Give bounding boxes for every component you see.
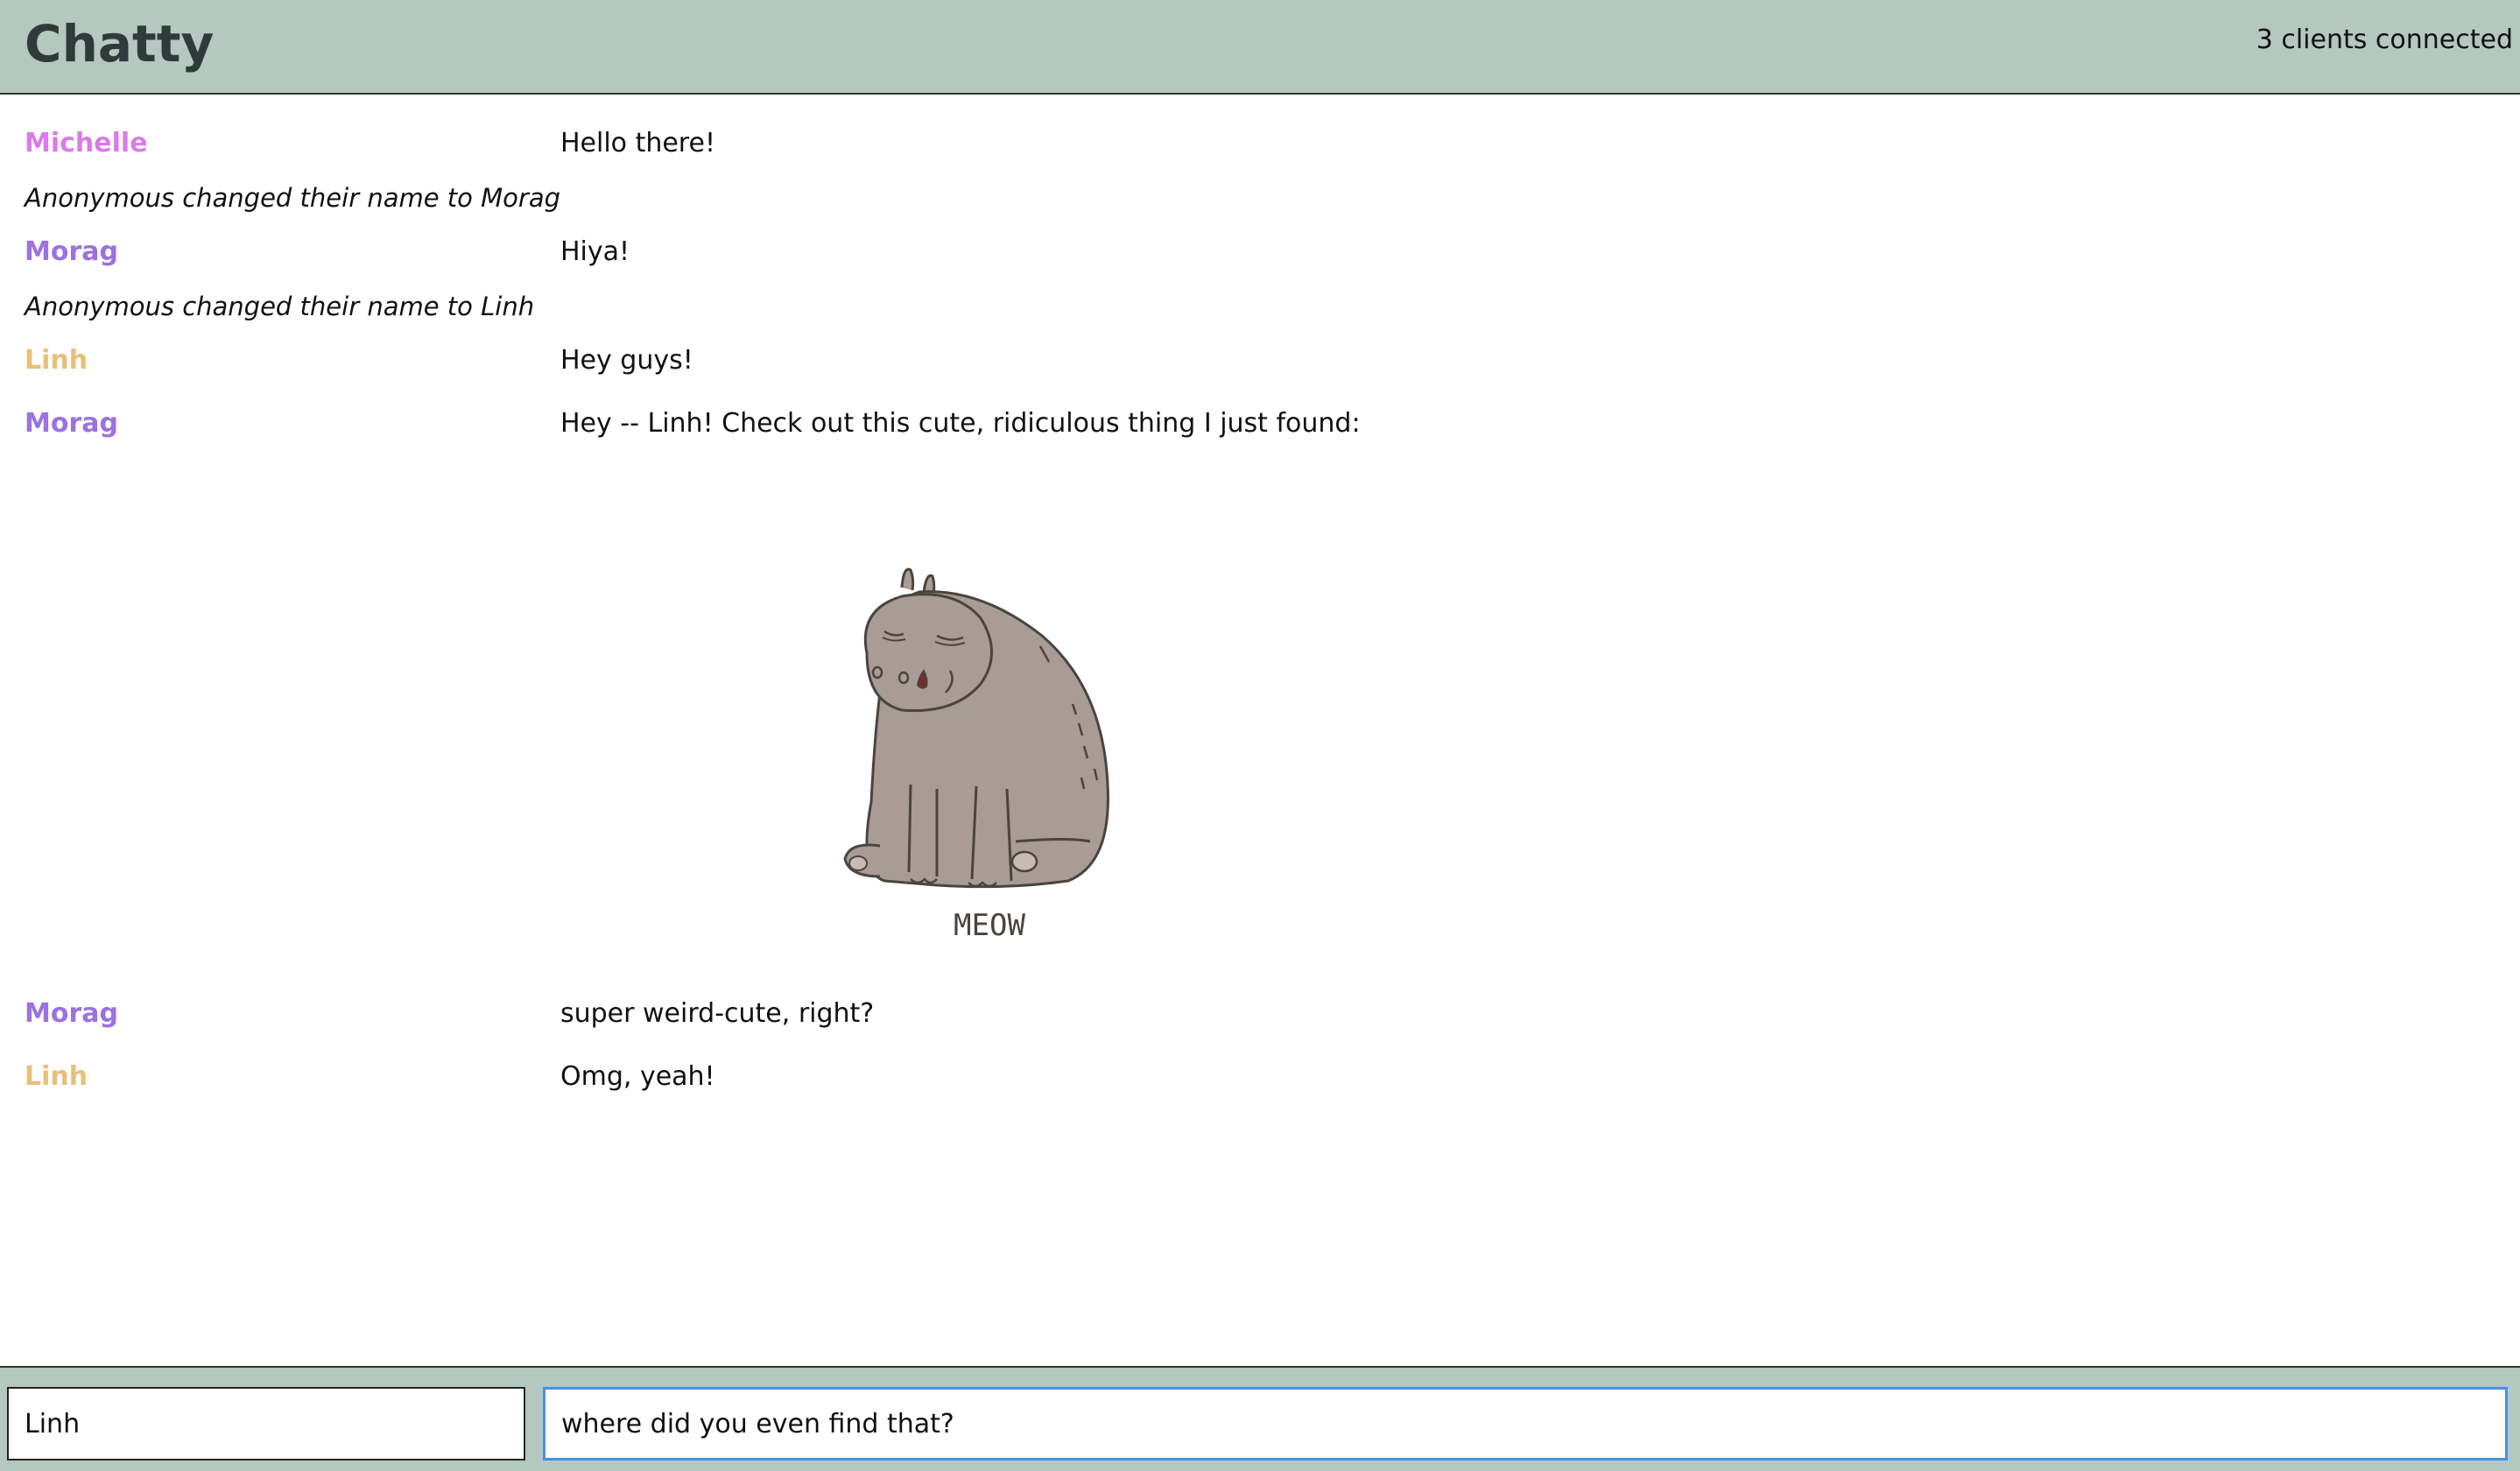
message-row: Morag super weird-cute, right? [0,991,2520,1037]
message-username: Morag [25,998,118,1029]
system-notification: Anonymous changed their name to Linh [25,292,535,321]
composer-bar [0,1366,2520,1471]
message-row: Morag Hiya! [0,229,2520,275]
message-row: Michelle Hello there! [0,121,2520,166]
message-text: Hey guys! [560,345,693,376]
image-caption: MEOW [954,908,1025,943]
shared-image[interactable]: MEOW [806,539,1173,951]
hippo-cat-illustration: MEOW [843,567,1109,943]
message-list: Michelle Hello there! Anonymous changed … [0,95,2520,1366]
system-notification-row: Anonymous changed their name to Morag [0,175,2520,221]
message-username: Linh [25,345,88,376]
message-text: Hello there! [560,128,715,158]
message-row: Linh Hey guys! [0,338,2520,384]
message-username: Morag [25,236,118,267]
system-notification-row: Anonymous changed their name to Linh [0,284,2520,329]
message-username: Michelle [25,128,148,158]
message-text: Hey -- Linh! Check out this cute, ridicu… [560,408,1361,439]
app-title: Chatty [25,14,215,74]
message-row: Morag Hey -- Linh! Check out this cute, … [0,401,2520,447]
system-notification: Anonymous changed their name to Morag [25,183,561,213]
message-username: Morag [25,408,118,439]
chatty-app: Chatty 3 clients connected Michelle Hell… [0,0,2520,1471]
message-text: Omg, yeah! [560,1061,715,1092]
message-username: Linh [25,1061,88,1092]
clients-connected-count: 3 clients connected [2256,25,2513,55]
message-row: Linh Omg, yeah! [0,1054,2520,1100]
message-input[interactable] [543,1387,2508,1460]
username-input[interactable] [7,1387,525,1460]
header-bar: Chatty 3 clients connected [0,0,2520,95]
message-text: super weird-cute, right? [560,998,875,1029]
message-text: Hiya! [560,236,630,267]
